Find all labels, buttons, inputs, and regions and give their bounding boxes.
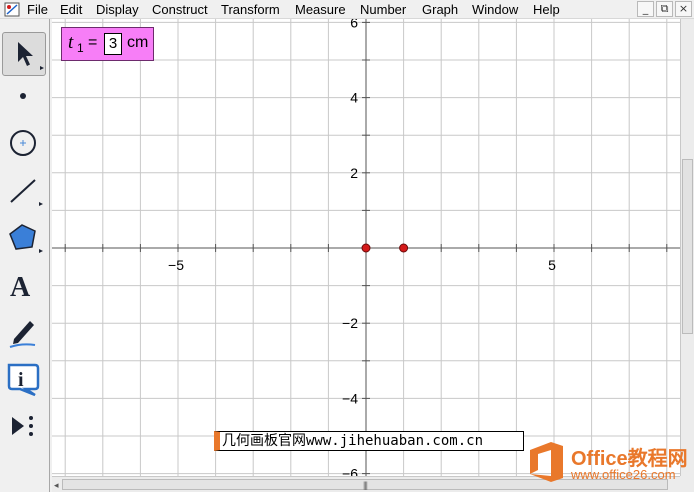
menu-number[interactable]: Number <box>360 2 406 17</box>
custom-tool[interactable] <box>2 405 46 449</box>
marker-tool[interactable] <box>2 311 46 355</box>
line-segment-icon <box>10 179 43 206</box>
play-custom-icon <box>12 416 33 436</box>
marker-pen-icon <box>9 321 36 348</box>
menu-help[interactable]: Help <box>533 2 560 17</box>
menu-measure[interactable]: Measure <box>295 2 346 17</box>
point-icon <box>20 93 26 99</box>
scroll-grip-icon: ||| <box>363 480 368 490</box>
y-tick-label: 4 <box>350 90 358 106</box>
text-tool[interactable]: A <box>2 264 46 308</box>
straightedge-tool[interactable] <box>2 170 46 214</box>
watermark-caption: 几何画板官网www.jihehuaban.com.cn <box>214 431 524 451</box>
toolbox: A i <box>0 19 50 492</box>
vertical-scroll-thumb[interactable] <box>682 159 693 334</box>
red-point <box>361 243 371 253</box>
office-logo: Office教程网 www.office26.com <box>527 440 691 488</box>
scroll-left-arrow-icon[interactable]: ◂ <box>54 480 59 491</box>
y-tick-label: 6 <box>350 19 358 30</box>
parameter-value[interactable]: 3 <box>104 33 122 55</box>
red-point <box>399 243 409 253</box>
svg-text:A: A <box>10 272 31 303</box>
office-logo-icon <box>530 442 563 482</box>
point-tool[interactable] <box>2 75 46 119</box>
y-tick-label: −2 <box>342 315 358 331</box>
polygon-tool[interactable] <box>2 217 46 261</box>
arrow-icon <box>18 42 44 70</box>
sketch-canvas[interactable]: −5 5 6 4 2 −2 −4 −6 t 1 = 3 cm 几何画板官网www.jihehu… <box>52 19 680 476</box>
parameter-equals: = <box>88 34 98 51</box>
information-icon: i <box>7 363 40 397</box>
menu-window[interactable]: Window <box>472 2 518 17</box>
menu-construct[interactable]: Construct <box>152 2 208 17</box>
menu-file[interactable]: File <box>27 2 48 17</box>
parameter-unit: cm <box>127 34 149 51</box>
parameter-name: t <box>68 32 74 53</box>
logo-url: www.office26.com <box>571 467 676 482</box>
coordinate-grid: −5 5 6 4 2 −2 −4 −6 <box>52 19 680 476</box>
menu-bar: File Edit Display Construct Transform Me… <box>0 0 694 19</box>
y-tick-label: −4 <box>342 390 358 406</box>
x-tick-label: 5 <box>548 257 556 273</box>
information-tool[interactable]: i <box>2 357 46 401</box>
svg-text:i: i <box>18 369 24 391</box>
close-button[interactable]: × <box>675 1 692 17</box>
x-tick-label: −5 <box>168 257 184 273</box>
menu-display[interactable]: Display <box>96 2 139 17</box>
menu-graph[interactable]: Graph <box>422 2 458 17</box>
text-a-icon: A <box>10 272 31 303</box>
compass-tool[interactable] <box>2 123 46 167</box>
y-tick-label: 2 <box>350 165 358 181</box>
restore-button[interactable]: ⧉ <box>656 1 673 17</box>
menu-transform[interactable]: Transform <box>221 2 280 17</box>
compass-icon <box>10 130 36 156</box>
minimize-button[interactable]: _ <box>637 1 654 17</box>
parameter-t1[interactable]: t 1 = 3 cm <box>61 27 154 61</box>
polygon-icon <box>9 224 43 253</box>
menu-edit[interactable]: Edit <box>60 2 82 17</box>
app-icon[interactable] <box>4 2 20 17</box>
vertical-scrollbar[interactable] <box>680 19 694 476</box>
arrow-tool[interactable] <box>2 32 46 76</box>
y-tick-label: −6 <box>342 466 358 476</box>
parameter-subscript: 1 <box>77 41 84 55</box>
